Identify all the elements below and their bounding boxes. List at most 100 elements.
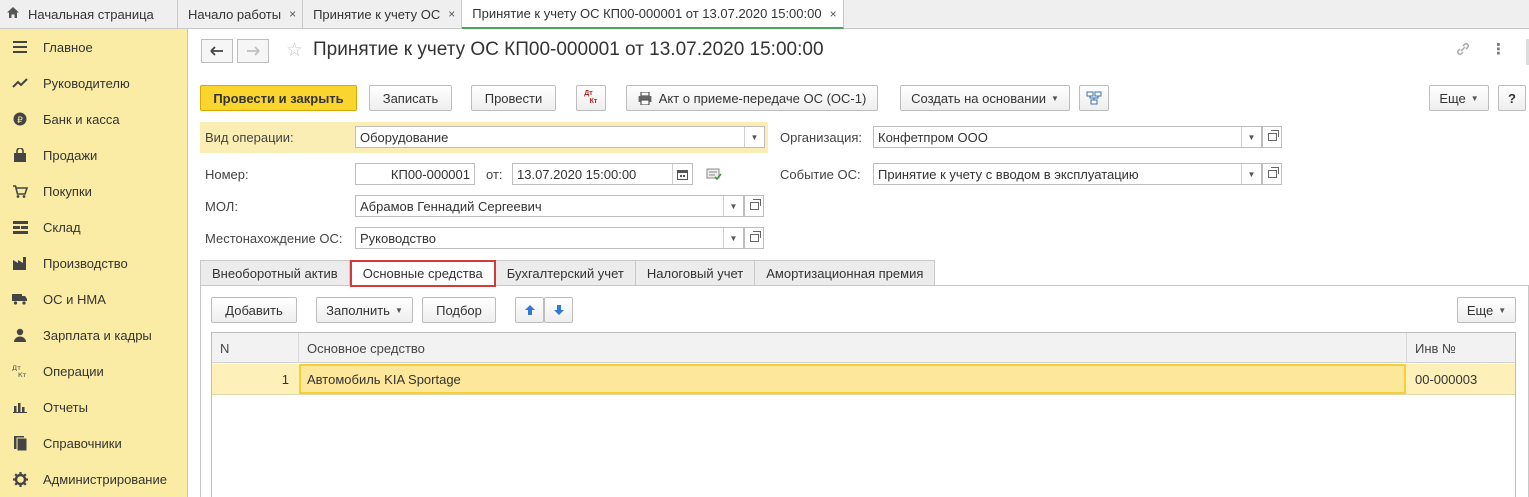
chevron-down-icon[interactable]: ▼ bbox=[723, 228, 743, 248]
create-based-on-button[interactable]: Создать на основании ▼ bbox=[900, 85, 1070, 111]
operation-type-field[interactable]: Оборудование ▼ bbox=[355, 126, 765, 148]
tab-asset-acceptance-document[interactable]: Принятие к учету ОС КП00-000001 от 13.07… bbox=[462, 0, 844, 29]
cell-inv[interactable]: 00-000003 bbox=[1415, 364, 1515, 394]
date-value: 13.07.2020 15:00:00 bbox=[517, 166, 637, 182]
tab-noncurrent-asset[interactable]: Внеоборотный актив bbox=[200, 260, 350, 286]
sidebar-item-warehouse[interactable]: Склад bbox=[0, 209, 187, 245]
tab-label: Начало работы bbox=[188, 6, 282, 22]
print-act-label: Акт о приеме-передаче ОС (ОС-1) bbox=[658, 90, 867, 106]
table-header: N Основное средство Инв № bbox=[212, 333, 1515, 363]
table-more-button[interactable]: Еще ▼ bbox=[1457, 297, 1516, 323]
cell-n[interactable]: 1 bbox=[212, 364, 297, 394]
number-field[interactable]: КП00-000001 bbox=[355, 163, 475, 185]
mol-field[interactable]: Абрамов Геннадий Сергеевич ▼ bbox=[355, 195, 744, 217]
page-title: Принятие к учету ОС КП00-000001 от 13.07… bbox=[313, 39, 824, 60]
open-location-button[interactable] bbox=[744, 227, 764, 249]
sidebar-item-admin[interactable]: Администрирование bbox=[0, 461, 187, 497]
close-icon[interactable]: × bbox=[448, 7, 455, 21]
sidebar-item-production[interactable]: Производство bbox=[0, 245, 187, 281]
more-button[interactable]: Еще ▼ bbox=[1429, 85, 1489, 111]
chevron-down-icon[interactable]: ▼ bbox=[723, 196, 743, 216]
close-icon[interactable]: × bbox=[830, 7, 837, 21]
add-button[interactable]: Добавить bbox=[211, 297, 297, 323]
sidebar-item-label: Зарплата и кадры bbox=[43, 327, 152, 343]
trend-icon bbox=[11, 74, 29, 92]
column-header-n[interactable]: N bbox=[212, 333, 299, 363]
location-field[interactable]: Руководство ▼ bbox=[355, 227, 744, 249]
table-row[interactable]: 1 Автомобиль KIA Sportage 00-000003 bbox=[212, 364, 1515, 395]
sidebar-item-reports[interactable]: Отчеты bbox=[0, 389, 187, 425]
tab-accounting[interactable]: Бухгалтерский учет bbox=[495, 260, 636, 286]
sidebar-item-label: Администрирование bbox=[43, 471, 167, 487]
open-organization-button[interactable] bbox=[1262, 126, 1282, 148]
cell-asset[interactable]: Автомобиль KIA Sportage bbox=[299, 364, 1406, 394]
sidebar-item-label: Продажи bbox=[43, 147, 98, 163]
printer-icon bbox=[638, 91, 652, 105]
sidebar-item-label: Производство bbox=[43, 255, 128, 271]
sidebar-item-fixed-assets[interactable]: ОС и НМА bbox=[0, 281, 187, 317]
sidebar-item-operations[interactable]: Дт Кт Операции bbox=[0, 353, 187, 389]
open-event-button[interactable] bbox=[1262, 163, 1282, 185]
more-vertical-icon[interactable]: ⋮ bbox=[1491, 40, 1506, 58]
sidebar-item-salary[interactable]: Зарплата и кадры bbox=[0, 317, 187, 353]
tab-home[interactable]: Начальная страница bbox=[0, 0, 178, 28]
svg-text:₽: ₽ bbox=[17, 116, 23, 126]
sidebar-item-label: Банк и касса bbox=[43, 111, 120, 127]
event-value: Принятие к учету с вводом в эксплуатацию bbox=[878, 166, 1139, 182]
bar-chart-icon bbox=[11, 398, 29, 416]
date-field[interactable]: 13.07.2020 15:00:00 bbox=[512, 163, 693, 185]
event-field[interactable]: Принятие к учету с вводом в эксплуатацию… bbox=[873, 163, 1262, 185]
sidebar-item-label: ОС и НМА bbox=[43, 291, 106, 307]
chevron-down-icon[interactable]: ▼ bbox=[1241, 164, 1261, 184]
chevron-down-icon: ▼ bbox=[1498, 305, 1507, 315]
tab-asset-acceptance-list[interactable]: Принятие к учету ОС × bbox=[303, 0, 463, 28]
tab-tax-accounting[interactable]: Налоговый учет bbox=[635, 260, 756, 286]
cart-icon bbox=[11, 182, 29, 200]
dt-kt-button[interactable]: Дт Кт bbox=[576, 85, 606, 111]
calendar-icon[interactable] bbox=[672, 164, 692, 184]
back-button[interactable] bbox=[201, 39, 233, 63]
select-button[interactable]: Подбор bbox=[422, 297, 496, 323]
sidebar-item-references[interactable]: Справочники bbox=[0, 425, 187, 461]
organization-field[interactable]: Конфетпром ООО ▼ bbox=[873, 126, 1262, 148]
forward-button[interactable] bbox=[237, 39, 269, 63]
chevron-down-icon[interactable]: ▼ bbox=[1241, 127, 1261, 147]
sidebar-item-bank[interactable]: ₽ Банк и касса bbox=[0, 101, 187, 137]
document-form: ☆ Принятие к учету ОС КП00-000001 от 13.… bbox=[189, 29, 1529, 497]
post-and-close-button[interactable]: Провести и закрыть bbox=[200, 85, 357, 111]
tab-depreciation-bonus[interactable]: Амортизационная премия bbox=[755, 260, 936, 286]
move-up-button[interactable] bbox=[515, 297, 544, 323]
open-icon bbox=[749, 231, 761, 242]
column-header-inv[interactable]: Инв № bbox=[1407, 333, 1515, 363]
sidebar-item-purchases[interactable]: Покупки bbox=[0, 173, 187, 209]
sidebar-item-manager[interactable]: Руководителю bbox=[0, 65, 187, 101]
sidebar-item-sales[interactable]: Продажи bbox=[0, 137, 187, 173]
save-button[interactable]: Записать bbox=[369, 85, 452, 111]
home-icon bbox=[6, 6, 20, 22]
open-icon bbox=[749, 199, 761, 210]
sidebar-item-main[interactable]: Главное bbox=[0, 29, 187, 65]
document-comment-icon[interactable] bbox=[706, 167, 722, 184]
arrow-up-icon bbox=[524, 305, 535, 315]
fill-button[interactable]: Заполнить ▼ bbox=[316, 297, 413, 323]
help-button[interactable]: ? bbox=[1498, 85, 1526, 111]
close-icon[interactable]: × bbox=[289, 7, 296, 21]
print-act-button[interactable]: Акт о приеме-передаче ОС (ОС-1) bbox=[626, 85, 878, 111]
structure-button[interactable] bbox=[1079, 85, 1109, 111]
truck-icon bbox=[11, 290, 29, 308]
organization-value: Конфетпром ООО bbox=[878, 129, 988, 145]
favorite-star-icon[interactable]: ☆ bbox=[286, 39, 303, 62]
link-icon[interactable] bbox=[1455, 41, 1471, 61]
open-mol-button[interactable] bbox=[744, 195, 764, 217]
event-label: Событие ОС: bbox=[780, 167, 861, 182]
chevron-down-icon[interactable]: ▼ bbox=[744, 127, 764, 147]
factory-icon bbox=[11, 254, 29, 272]
tab-start-work[interactable]: Начало работы × bbox=[178, 0, 304, 28]
move-down-button[interactable] bbox=[544, 297, 573, 323]
more-label: Еще bbox=[1466, 302, 1494, 318]
book-icon bbox=[11, 434, 29, 452]
tab-fixed-assets[interactable]: Основные средства bbox=[349, 260, 496, 287]
operation-type-label: Вид операции: bbox=[205, 130, 294, 145]
column-header-asset[interactable]: Основное средство bbox=[299, 333, 1407, 363]
post-button[interactable]: Провести bbox=[471, 85, 556, 111]
